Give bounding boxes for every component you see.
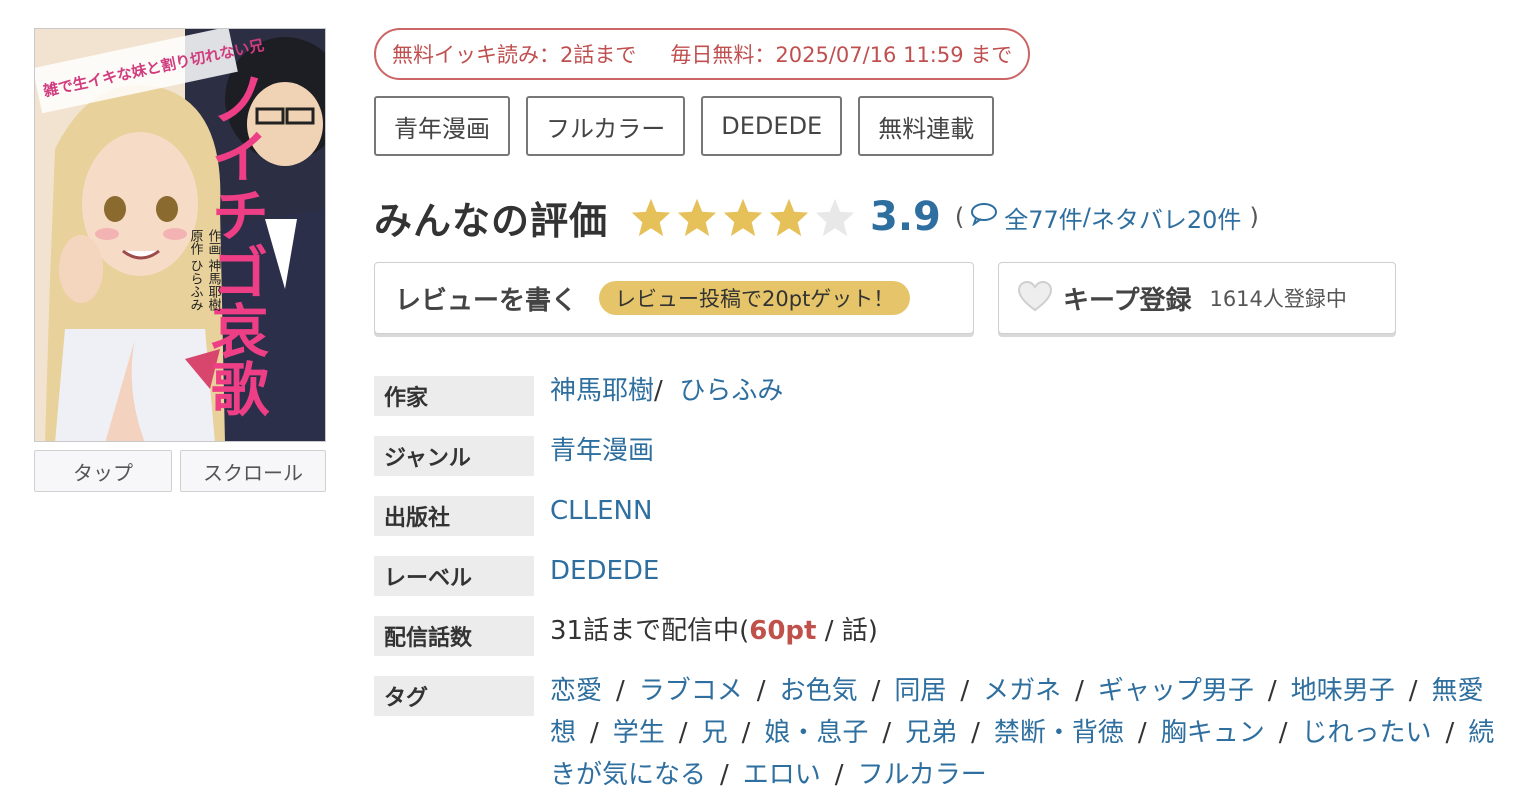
info-row-author: 作家 神馬耶樹/ ひらふみ bbox=[374, 370, 1504, 416]
category-tag[interactable]: フルカラー bbox=[526, 96, 686, 156]
category-tag[interactable]: 無料連載 bbox=[858, 96, 995, 156]
write-review-label: レビューを書く bbox=[395, 285, 578, 316]
free-reading-badge: 無料イッキ読み：2話まで 毎日無料：2025/07/16 11:59 まで bbox=[374, 28, 1031, 80]
tag-separator: / bbox=[834, 760, 844, 790]
cover-credit-1: 原作 ひらふみ bbox=[188, 229, 204, 312]
speech-bubble-icon bbox=[970, 202, 998, 232]
publisher-label: 出版社 bbox=[374, 496, 534, 536]
info-row-episodes: 配信話数 31話まで配信中(60pt / 話) bbox=[374, 610, 1504, 656]
episodes-label: 配信話数 bbox=[374, 616, 534, 656]
review-bonus-badge: レビュー投稿で20ptゲット！ bbox=[599, 281, 911, 315]
author-label: 作家 bbox=[374, 376, 534, 416]
author-link[interactable]: 神馬耶樹 bbox=[550, 376, 654, 406]
rating-stars bbox=[630, 197, 856, 237]
paren-close: ) bbox=[1249, 203, 1259, 231]
tag-link[interactable]: 兄 bbox=[702, 718, 728, 748]
tag-link[interactable]: お色気 bbox=[780, 676, 858, 706]
tag-separator: / bbox=[971, 718, 980, 748]
star-filled-icon bbox=[722, 197, 764, 237]
label-link[interactable]: DEDEDE bbox=[550, 556, 659, 586]
author-sep: / bbox=[654, 376, 663, 406]
tag-link[interactable]: 胸キュン bbox=[1161, 718, 1265, 748]
star-filled-icon bbox=[768, 197, 810, 237]
episodes-suffix: / 話) bbox=[816, 616, 878, 646]
paren-open: ( bbox=[954, 203, 965, 231]
tag-separator: / bbox=[1267, 676, 1277, 706]
tag-link[interactable]: じれったい bbox=[1301, 718, 1431, 748]
star-filled-icon bbox=[676, 197, 718, 237]
tag-link[interactable]: ラブコメ bbox=[639, 676, 743, 706]
rating-score: 3.9 bbox=[870, 194, 941, 240]
tag-separator: / bbox=[1278, 718, 1288, 748]
tag-link[interactable]: 禁断・背徳 bbox=[994, 718, 1124, 748]
tag-separator: / bbox=[1137, 718, 1147, 748]
tag-separator: / bbox=[756, 676, 766, 706]
category-tag[interactable]: DEDEDE bbox=[701, 96, 843, 156]
tag-separator: / bbox=[960, 676, 970, 706]
free-daily-text: 毎日無料：2025/07/16 11:59 まで bbox=[670, 43, 1013, 67]
tag-separator: / bbox=[1408, 676, 1418, 706]
tag-link[interactable]: 兄弟 bbox=[905, 718, 957, 748]
spoiler-reviews-link[interactable]: ネタバレ20件 bbox=[1091, 200, 1242, 235]
tag-link[interactable]: 同居 bbox=[894, 676, 946, 706]
keep-label: キープ登録 bbox=[1063, 285, 1192, 316]
tag-separator: / bbox=[678, 718, 688, 748]
author-link[interactable]: ひらふみ bbox=[679, 376, 783, 406]
heart-icon bbox=[1017, 280, 1053, 316]
genre-label: ジャンル bbox=[374, 436, 534, 476]
tag-separator: / bbox=[1445, 718, 1455, 748]
tag-separator: / bbox=[871, 676, 881, 706]
rating-title: みんなの評価 bbox=[374, 198, 609, 243]
tag-link[interactable]: 娘・息子 bbox=[764, 718, 868, 748]
keep-count: 1614人登録中 bbox=[1209, 287, 1347, 311]
info-row-label: レーベル DEDEDE bbox=[374, 550, 1504, 596]
review-counts: ( 全77件 / ネタバレ20件 ) bbox=[955, 200, 1259, 235]
scroll-view-button[interactable]: スクロール bbox=[180, 450, 326, 492]
tag-separator: / bbox=[882, 718, 892, 748]
info-row-tags: タグ 恋愛 / ラブコメ / お色気 / 同居 / メガネ / ギャップ男子 / 地味男子 / 無愛想 / 学生… bbox=[374, 670, 1504, 790]
write-review-button[interactable]: レビューを書く レビュー投稿で20ptゲット！ bbox=[374, 262, 974, 334]
star-empty-icon bbox=[814, 197, 856, 237]
tag-separator: / bbox=[590, 718, 599, 748]
tag-link[interactable]: フルカラー bbox=[858, 760, 987, 790]
tag-separator: / bbox=[720, 760, 729, 790]
publisher-link[interactable]: CLLENN bbox=[550, 496, 652, 526]
cover-credit-2: 作画 神馬耶樹 bbox=[206, 229, 222, 312]
tag-separator: / bbox=[741, 718, 751, 748]
tag-list: 恋愛 / ラブコメ / お色気 / 同居 / メガネ / ギャップ男子 / 地味男子 / 無愛想 / 学生 / 兄 /… bbox=[550, 670, 1500, 790]
episodes-prefix: 31話まで配信中( bbox=[550, 616, 750, 646]
info-row-genre: ジャンル 青年漫画 bbox=[374, 430, 1504, 476]
keep-button[interactable]: キープ登録 1614人登録中 bbox=[998, 262, 1396, 334]
tag-separator: / bbox=[616, 676, 625, 706]
tap-view-button[interactable]: タップ bbox=[34, 450, 172, 492]
info-table: 作家 神馬耶樹/ ひらふみ ジャンル 青年漫画 出版社 CLLENN レーベル … bbox=[374, 370, 1504, 790]
genre-link[interactable]: 青年漫画 bbox=[550, 436, 654, 466]
cover-image[interactable]: 雑で生イキな妹と割り切れない兄 ノイチゴ哀歌 原作 ひらふみ 作画 神馬耶樹 bbox=[34, 28, 326, 442]
free-ikki-text: 無料イッキ読み：2話まで bbox=[392, 43, 637, 67]
tag-link[interactable]: ギャップ男子 bbox=[1098, 676, 1254, 706]
reviews-slash: / bbox=[1082, 203, 1091, 231]
tag-link[interactable]: 恋愛 bbox=[550, 676, 602, 706]
tag-link[interactable]: 学生 bbox=[613, 718, 665, 748]
category-tags: 青年漫画 フルカラー DEDEDE 無料連載 bbox=[374, 96, 995, 156]
star-filled-icon bbox=[630, 197, 672, 237]
tag-link[interactable]: 地味男子 bbox=[1291, 676, 1395, 706]
reviews-link[interactable]: 全77件 bbox=[1004, 200, 1083, 235]
tag-link[interactable]: メガネ bbox=[983, 676, 1061, 706]
tag-separator: / bbox=[1075, 676, 1084, 706]
rating-row: みんなの評価 3.9 ( 全77件 / ネタバレ20件 ) bbox=[374, 186, 1259, 248]
info-row-publisher: 出版社 CLLENN bbox=[374, 490, 1504, 536]
tag-link[interactable]: エロい bbox=[743, 760, 821, 790]
cover-illustration: 雑で生イキな妹と割り切れない兄 ノイチゴ哀歌 原作 ひらふみ 作画 神馬耶樹 bbox=[35, 29, 325, 441]
tags-label: タグ bbox=[374, 676, 534, 716]
view-mode-buttons: タップ スクロール bbox=[34, 450, 326, 492]
category-tag[interactable]: 青年漫画 bbox=[374, 96, 510, 156]
episodes-point-price: 60pt bbox=[749, 616, 817, 646]
author-value: 神馬耶樹/ ひらふみ bbox=[550, 370, 783, 412]
label-label: レーベル bbox=[374, 556, 534, 596]
